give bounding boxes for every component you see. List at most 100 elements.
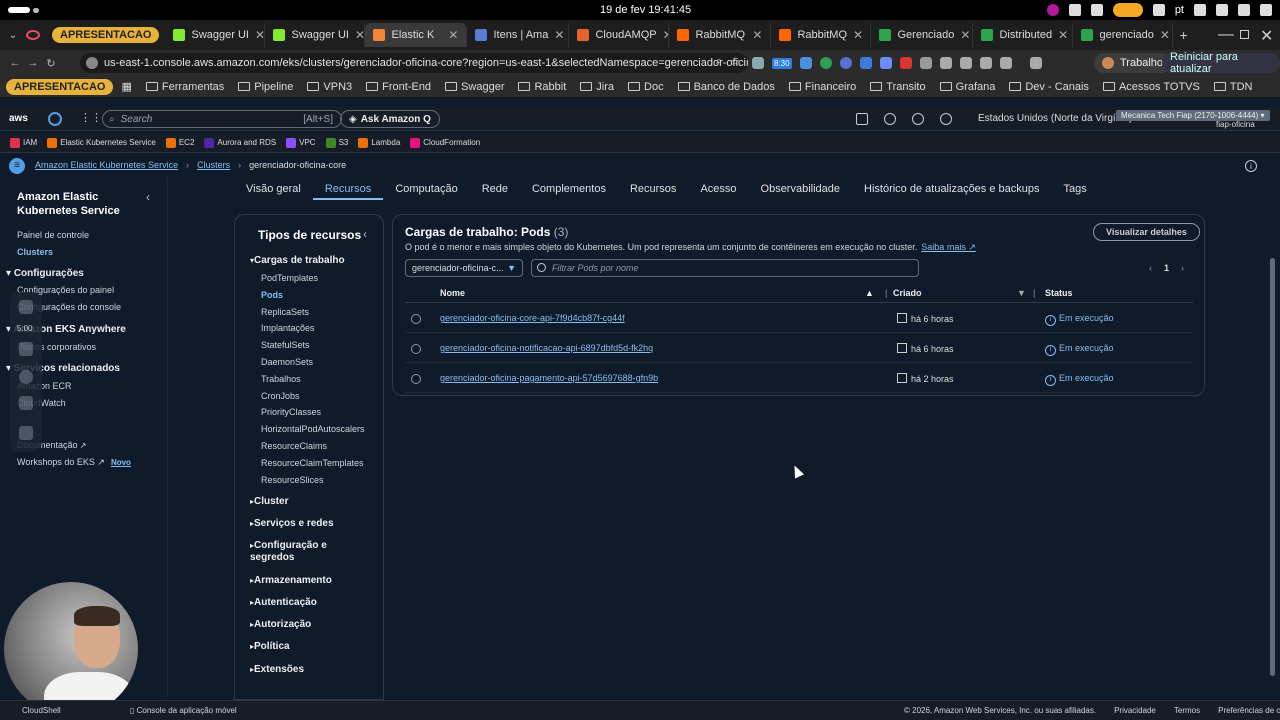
close-tab-icon[interactable]: ✕ bbox=[960, 28, 970, 42]
aws-favorite-item[interactable]: CloudFormation bbox=[410, 137, 480, 148]
browser-tab[interactable]: RabbitMQ ✕ bbox=[771, 23, 872, 47]
pause-icon[interactable] bbox=[19, 342, 33, 356]
view-details-button[interactable]: Visualizar detalhes bbox=[1093, 223, 1200, 241]
site-info-icon[interactable] bbox=[86, 57, 98, 69]
power-icon[interactable] bbox=[1260, 4, 1272, 16]
reload-button[interactable]: ↻ bbox=[42, 57, 60, 70]
resource-item[interactable]: Trabalhos bbox=[261, 374, 301, 384]
aws-logo[interactable]: aws bbox=[9, 113, 28, 124]
resource-item[interactable]: StatefulSets bbox=[261, 340, 310, 350]
close-sidenav-icon[interactable]: ‹ bbox=[146, 190, 150, 204]
tab-0[interactable]: Visão geral bbox=[234, 178, 313, 200]
tab-8[interactable]: Histórico de atualizações e backups bbox=[852, 178, 1051, 200]
resource-item[interactable]: ReplicaSets bbox=[261, 307, 309, 317]
column-name[interactable]: Nome bbox=[440, 288, 465, 298]
close-tab-icon[interactable]: ✕ bbox=[1160, 28, 1170, 42]
resource-item[interactable]: ResourceSlices bbox=[261, 475, 324, 485]
extension-badge[interactable]: 8:30 bbox=[772, 57, 792, 69]
browser-tab[interactable]: Gerenciado ✕ bbox=[871, 23, 974, 47]
tab-2[interactable]: Computação bbox=[383, 178, 469, 200]
tab-1[interactable]: Recursos bbox=[312, 178, 384, 200]
bookmark-folder[interactable]: Rabbit bbox=[518, 81, 566, 93]
gear-icon[interactable] bbox=[940, 113, 952, 125]
volume-icon[interactable] bbox=[1238, 4, 1250, 16]
resource-group[interactable]: Cluster bbox=[250, 496, 288, 507]
resource-item[interactable]: CronJobs bbox=[261, 391, 300, 401]
page-scrollbar[interactable] bbox=[1270, 258, 1275, 676]
column-status[interactable]: Status bbox=[1045, 288, 1073, 298]
browser-tab[interactable]: Swagger UI ✕ bbox=[165, 23, 266, 47]
collapse-panel-icon[interactable]: ‹ bbox=[363, 227, 367, 241]
resource-group[interactable]: Autorização bbox=[250, 619, 311, 630]
resource-item[interactable]: PodTemplates bbox=[261, 273, 318, 283]
notification-icon[interactable] bbox=[1152, 4, 1165, 16]
sort-icon[interactable]: ▼ bbox=[1017, 288, 1026, 298]
close-tab-icon[interactable]: ✕ bbox=[752, 28, 762, 42]
forward-button[interactable]: → bbox=[24, 57, 42, 69]
tab-5[interactable]: Recursos bbox=[618, 178, 688, 200]
aws-favorite-item[interactable]: Elastic Kubernetes Service bbox=[47, 137, 156, 148]
browser-tab[interactable]: Distributed ✕ bbox=[973, 23, 1074, 47]
resource-group-workloads[interactable]: Cargas de trabalho bbox=[250, 255, 345, 266]
close-tab-icon[interactable]: ✕ bbox=[255, 28, 265, 42]
clipboard-icon[interactable] bbox=[1090, 4, 1103, 16]
url-bar[interactable]: us-east-1.console.aws.amazon.com/eks/clu… bbox=[80, 53, 748, 73]
workspace-indicator[interactable] bbox=[8, 7, 30, 13]
extension-icon[interactable] bbox=[752, 57, 764, 69]
new-tab-button[interactable]: + bbox=[1179, 27, 1187, 43]
bookmark-folder[interactable]: Swagger bbox=[445, 81, 504, 93]
resource-item[interactable]: Pods bbox=[261, 290, 283, 300]
terms-link[interactable]: Termos bbox=[1174, 706, 1200, 715]
table-row[interactable]: gerenciador-oficina-notificacao-api-6897… bbox=[405, 335, 1193, 363]
bookmark-folder[interactable]: Grafana bbox=[939, 81, 995, 93]
apps-grid-icon[interactable]: ▦ bbox=[121, 80, 131, 93]
bookmark-folder[interactable]: TDN bbox=[1213, 81, 1252, 93]
services-grid-icon[interactable]: ⋮⋮ bbox=[80, 111, 102, 124]
close-tab-icon[interactable]: ✕ bbox=[355, 28, 365, 42]
moon-extension-icon[interactable] bbox=[839, 57, 852, 69]
red-extension-icon[interactable] bbox=[899, 57, 912, 69]
resource-group[interactable]: Autenticação bbox=[250, 597, 317, 608]
ask-amazon-q-button[interactable]: ◈ Ask Amazon Q bbox=[340, 110, 440, 128]
column-created[interactable]: Criado bbox=[893, 288, 922, 298]
aws-favorite-item[interactable]: IAM bbox=[10, 137, 37, 148]
browser-tab[interactable]: CloudAMQP ✕ bbox=[569, 23, 670, 47]
puzzle-extension-icon[interactable] bbox=[919, 57, 932, 69]
bookmark-group-apresentacao[interactable]: APRESENTACAO bbox=[6, 78, 114, 95]
download-icon[interactable] bbox=[1029, 57, 1042, 69]
browser-tab[interactable]: Itens | Ama ✕ bbox=[467, 23, 570, 47]
namespace-select[interactable]: gerenciador-oficina-c... ▼ bbox=[405, 259, 523, 277]
tab-group-apresentacao[interactable]: APRESENTACAO bbox=[52, 27, 160, 43]
resource-item[interactable]: ResourceClaimTemplates bbox=[261, 458, 364, 468]
lock-extension-icon[interactable] bbox=[799, 57, 812, 69]
reader-icon[interactable] bbox=[959, 57, 972, 69]
sort-asc-icon[interactable]: ▲ bbox=[865, 288, 874, 298]
aws-favorite-item[interactable]: Aurora and RDS bbox=[204, 137, 276, 148]
back-button[interactable]: ← bbox=[6, 57, 24, 69]
resource-group[interactable]: Serviços e redes bbox=[250, 518, 334, 529]
bookmark-folder[interactable]: VPN3 bbox=[307, 81, 352, 93]
update-button[interactable]: Reiniciar para atualizar bbox=[1162, 51, 1280, 75]
bookmark-folder[interactable]: Transito bbox=[870, 81, 926, 93]
row-radio[interactable] bbox=[411, 374, 421, 384]
sidenav-item-clusters[interactable]: Clusters bbox=[17, 247, 53, 257]
prev-page-icon[interactable]: ‹ bbox=[1149, 263, 1152, 273]
recording-toggle[interactable] bbox=[1112, 3, 1143, 17]
bookmark-folder[interactable]: Dev - Canais bbox=[1009, 81, 1089, 93]
breadcrumb-clusters[interactable]: Clusters bbox=[197, 160, 230, 170]
row-radio[interactable] bbox=[411, 344, 421, 354]
table-row[interactable]: gerenciador-oficina-core-api-7f9d4cb87f-… bbox=[405, 305, 1193, 333]
filter-pods-input[interactable]: Filtrar Pods por nome bbox=[531, 259, 919, 277]
close-tab-icon[interactable]: ✕ bbox=[663, 28, 669, 42]
app-icon[interactable] bbox=[1046, 4, 1059, 16]
resource-item[interactable]: ResourceClaims bbox=[261, 441, 327, 451]
browser-tab[interactable]: Swagger UI ✕ bbox=[265, 23, 366, 47]
bookmark-star-icon[interactable]: ☆ bbox=[730, 55, 740, 68]
cloudshell-icon[interactable] bbox=[856, 113, 868, 125]
aws-favorite-item[interactable]: VPC bbox=[286, 137, 316, 148]
bookmark-folder[interactable]: Acessos TOTVS bbox=[1102, 81, 1200, 93]
cloudshell-link[interactable]: CloudShell bbox=[22, 706, 61, 715]
row-radio[interactable] bbox=[411, 314, 421, 324]
aws-service-icon[interactable] bbox=[48, 112, 62, 126]
language-indicator[interactable]: pt bbox=[1175, 4, 1184, 16]
